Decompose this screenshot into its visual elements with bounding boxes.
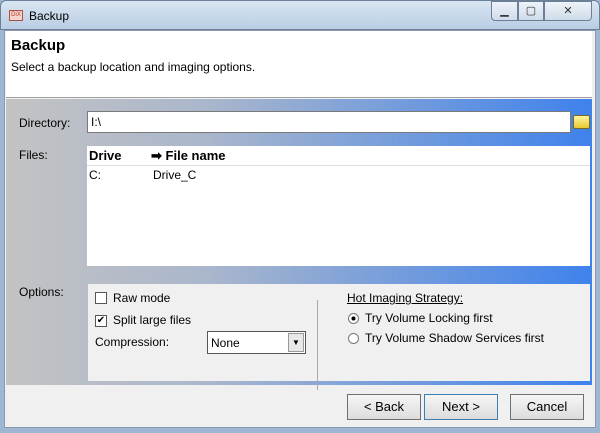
minimize-icon[interactable]: ▁	[491, 1, 518, 21]
column-header-file-name[interactable]: ➡ File name	[151, 148, 226, 164]
cancel-button[interactable]: Cancel	[510, 394, 584, 420]
files-label: Files:	[19, 148, 48, 162]
volume-locking-label[interactable]: Try Volume Locking first	[365, 311, 493, 325]
title-bar: DiX Backup ▁ ▢ ✕	[0, 0, 600, 30]
window-title: Backup	[29, 9, 70, 23]
compression-label: Compression:	[95, 335, 170, 349]
volume-shadow-label[interactable]: Try Volume Shadow Services first	[365, 331, 544, 345]
volume-locking-radio[interactable]	[348, 313, 359, 324]
divider	[317, 300, 318, 390]
directory-label: Directory:	[19, 116, 71, 130]
directory-input[interactable]: I:\	[87, 111, 571, 133]
options-panel: Raw mode ✔ Split large files Compression…	[88, 284, 590, 390]
split-large-files-checkbox[interactable]: ✔	[95, 315, 107, 327]
hot-imaging-strategy-label: Hot Imaging Strategy:	[347, 291, 464, 305]
raw-mode-checkbox[interactable]	[95, 292, 107, 304]
next-button[interactable]: Next >	[424, 394, 498, 420]
compression-select[interactable]: None ▼	[207, 331, 306, 354]
volume-shadow-radio[interactable]	[348, 333, 359, 344]
folder-browse-icon[interactable]	[573, 115, 590, 129]
split-large-files-label[interactable]: Split large files	[113, 313, 191, 327]
raw-mode-label[interactable]: Raw mode	[113, 291, 170, 305]
maximize-icon[interactable]: ▢	[518, 1, 544, 21]
page-subtitle: Select a backup location and imaging opt…	[11, 60, 256, 74]
cell-file-name[interactable]: Drive_C	[153, 168, 196, 182]
files-table[interactable]: Drive ➡ File name C: Drive_C	[87, 146, 590, 266]
options-label: Options:	[19, 285, 64, 299]
wizard-header: Backup Select a backup location and imag…	[6, 31, 592, 98]
page-title: Backup	[11, 37, 66, 54]
compression-value: None	[211, 336, 240, 350]
column-header-label: File name	[165, 148, 226, 163]
app-icon: DiX	[9, 10, 23, 21]
divider	[87, 165, 590, 166]
arrow-right-icon: ➡	[151, 148, 162, 163]
chevron-down-icon[interactable]: ▼	[288, 333, 304, 352]
column-header-drive[interactable]: Drive	[89, 148, 122, 163]
cell-drive[interactable]: C:	[89, 168, 101, 182]
back-button[interactable]: < Back	[347, 394, 421, 420]
close-icon[interactable]: ✕	[544, 1, 592, 21]
